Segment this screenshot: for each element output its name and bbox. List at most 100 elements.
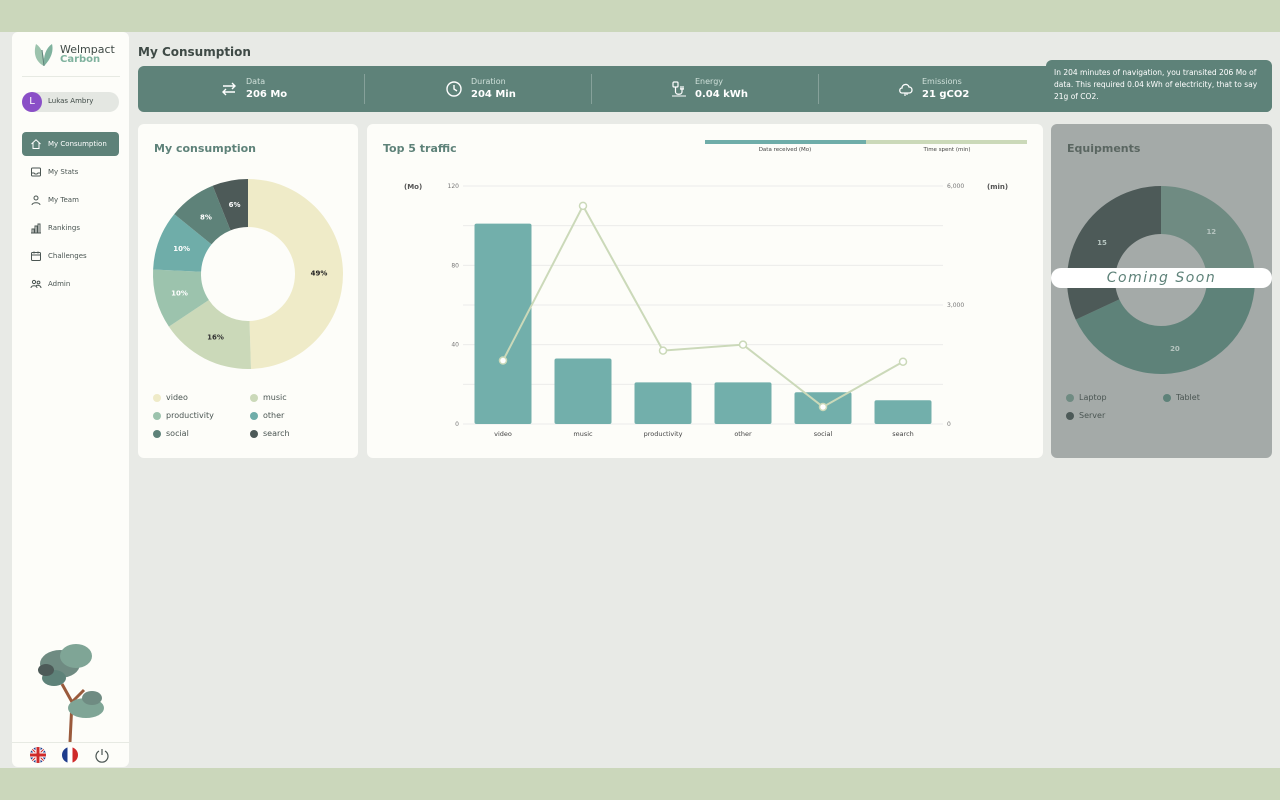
legend-label: Laptop — [1079, 393, 1107, 402]
bar-music[interactable] — [554, 358, 612, 424]
point-search[interactable] — [898, 357, 908, 366]
slice-label: 16% — [207, 334, 224, 342]
tree-illustration — [38, 644, 104, 742]
point-social[interactable] — [818, 402, 828, 412]
sidebar-nav: My Consumption My Stats My Team Rankings… — [22, 132, 119, 300]
y-left-tick: 120 — [448, 183, 460, 190]
stat-label: Energy — [695, 77, 724, 86]
legend-swatch — [250, 430, 258, 438]
y-left-tick: 40 — [451, 342, 459, 349]
x-tick-label: video — [494, 430, 512, 438]
nav-item-rankings[interactable]: Rankings — [22, 216, 119, 240]
legend-label: video — [166, 393, 188, 402]
bar-other[interactable] — [714, 382, 772, 424]
slice-label: 12 — [1206, 228, 1216, 236]
stat-energy: Energy 0.04 kWh — [592, 66, 818, 112]
equipments-donut-chart: 12 20 15 — [1067, 186, 1255, 374]
legend-swatch — [250, 394, 258, 402]
x-tick-label: music — [573, 430, 593, 438]
nav-label: Admin — [48, 280, 71, 288]
legend-swatch-data[interactable] — [705, 140, 866, 144]
legend-label: Server — [1079, 411, 1106, 420]
stat-label: Duration — [471, 77, 506, 86]
nav-label: Rankings — [48, 224, 80, 232]
y-right-unit: (min) — [987, 183, 1008, 191]
legend-swatch — [153, 394, 161, 402]
nav-item-my-stats[interactable]: My Stats — [22, 160, 119, 184]
uk-flag-icon[interactable] — [30, 747, 46, 763]
sidebar: Welmpact Carbon L Lukas Ambry My Consump… — [12, 32, 129, 767]
calendar-icon — [31, 251, 41, 261]
bar-search[interactable] — [874, 400, 932, 424]
y-right-tick: 0 — [947, 421, 951, 428]
user-name: Lukas Ambry — [48, 97, 94, 105]
equipments-card: Equipments 12 20 15 Coming Soon Laptop Tabl… — [1051, 124, 1272, 458]
divider — [12, 742, 129, 743]
nav-label: Challenges — [48, 252, 87, 260]
consumption-donut-chart: 49% 16% 10% 10% 8% 6% — [153, 179, 344, 369]
legend-label: social — [166, 429, 189, 438]
legend-label: productivity — [166, 411, 214, 420]
donut-slice-server[interactable] — [1067, 186, 1161, 320]
bar-productivity[interactable] — [634, 382, 692, 424]
rankings-icon — [31, 223, 41, 234]
slice-label: 10% — [173, 245, 190, 253]
cloud-icon — [899, 83, 913, 96]
traffic-card: Top 5 traffic 0 40 80 120 0 3,000 6,000 (Mo) (mi… — [367, 124, 1043, 458]
avatar: L — [22, 92, 42, 112]
legend-label: Tablet — [1176, 393, 1200, 402]
legend-swatch — [1066, 412, 1074, 420]
nav-label: My Consumption — [48, 140, 107, 148]
legend-swatch — [153, 412, 161, 420]
page-title: My Consumption — [138, 45, 251, 59]
france-flag-icon[interactable] — [62, 747, 78, 763]
stat-emissions: Emissions 21 gCO2 — [819, 66, 1045, 112]
point-video[interactable] — [498, 356, 508, 365]
stat-label: Data — [246, 77, 266, 86]
user-profile[interactable]: L Lukas Ambry — [22, 92, 119, 112]
x-tick-label: other — [734, 430, 752, 438]
legend-swatch — [250, 412, 258, 420]
y-left-tick: 0 — [455, 421, 459, 428]
nav-item-challenges[interactable]: Challenges — [22, 244, 119, 268]
info-summary: In 204 minutes of navigation, you transi… — [1046, 60, 1272, 112]
slice-label: 6% — [229, 201, 241, 209]
stat-label: Emissions — [922, 77, 962, 86]
logout-power-icon[interactable] — [94, 747, 110, 763]
coming-soon-banner: Coming Soon — [1051, 268, 1272, 288]
stat-value: 206 Mo — [246, 89, 288, 100]
nav-item-admin[interactable]: Admin — [22, 272, 119, 296]
legend-swatch — [1163, 394, 1171, 402]
app-window: Welmpact Carbon L Lukas Ambry My Consump… — [0, 32, 1280, 768]
team-icon — [31, 195, 41, 206]
legend-swatch — [1066, 394, 1074, 402]
nav-item-my-consumption[interactable]: My Consumption — [22, 132, 119, 156]
y-right-tick: 6,000 — [947, 183, 964, 190]
point-productivity[interactable] — [658, 346, 668, 355]
nav-item-my-team[interactable]: My Team — [22, 188, 119, 212]
slice-label: 49% — [311, 269, 328, 277]
leaf-logo-icon — [34, 44, 53, 67]
y-right-tick: 3,000 — [947, 302, 964, 309]
slice-label: 8% — [200, 213, 212, 221]
x-tick-label: search — [892, 430, 914, 438]
donut-slice-video[interactable] — [248, 179, 344, 369]
point-music[interactable] — [578, 201, 588, 211]
legend-swatch — [153, 430, 161, 438]
stat-value: 204 Min — [471, 89, 516, 100]
legend-label: other — [263, 411, 285, 420]
nav-label: My Team — [48, 196, 79, 204]
inbox-icon — [31, 167, 41, 177]
slice-label: 10% — [171, 289, 188, 297]
legend-label-data: Data received (Mo) — [759, 147, 812, 153]
point-other[interactable] — [738, 340, 748, 349]
logo-subtitle: Carbon — [60, 54, 101, 65]
slice-label: 20 — [1170, 345, 1180, 353]
legend-label: music — [263, 393, 287, 402]
logo[interactable]: Welmpact Carbon — [30, 40, 120, 70]
stat-duration: Duration 204 Min — [365, 66, 591, 112]
home-icon — [31, 139, 41, 149]
footer-controls — [30, 747, 120, 763]
legend-swatch-time[interactable] — [866, 140, 1027, 144]
legend-label: search — [263, 429, 290, 438]
